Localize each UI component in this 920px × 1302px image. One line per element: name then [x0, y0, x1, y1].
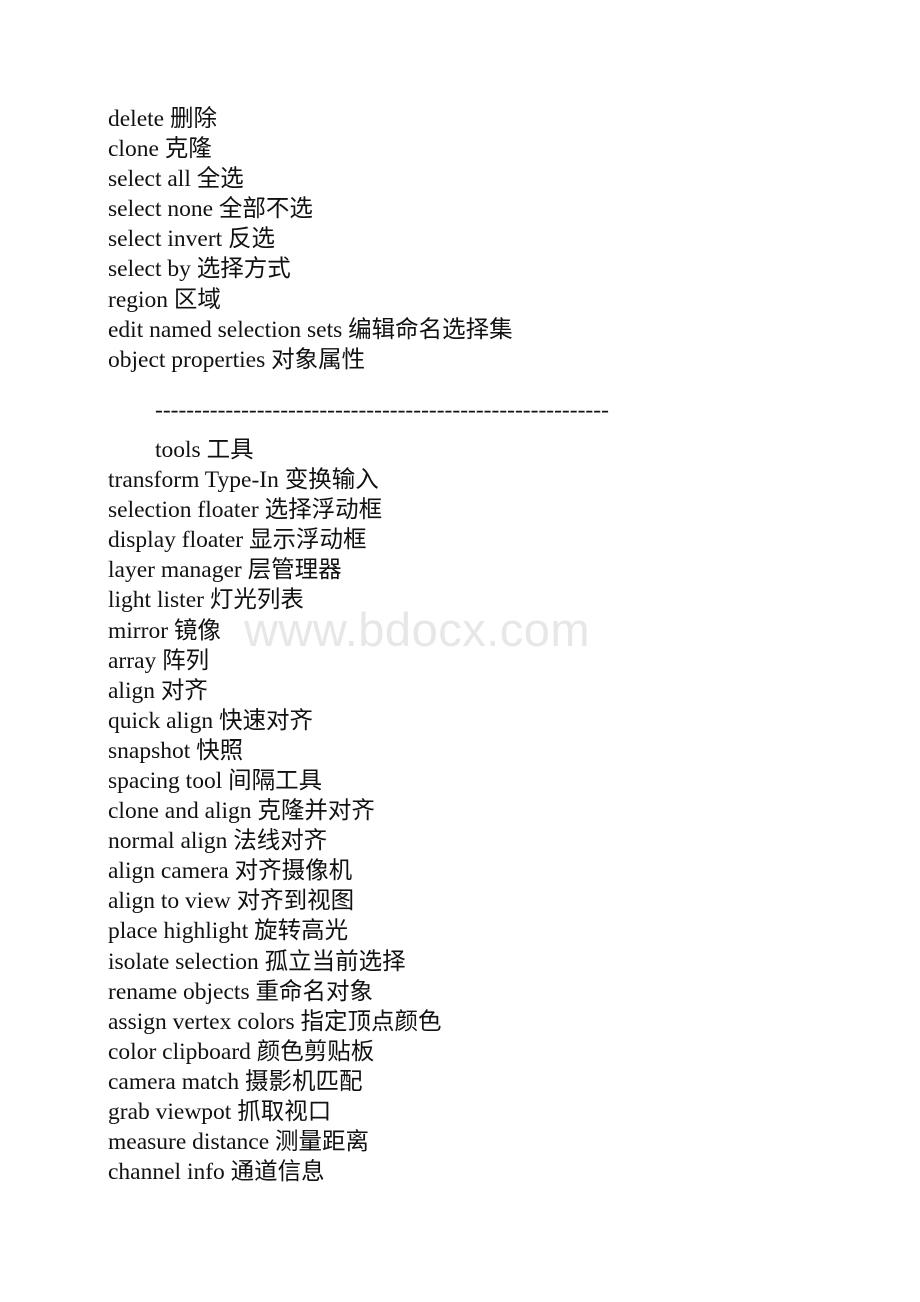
divider-gap	[108, 425, 848, 435]
text-line: region 区域	[108, 286, 221, 313]
text-line: camera match 摄影机匹配	[108, 1068, 363, 1095]
section-tools-commands: transform Type-In 变换输入 selection floater…	[108, 465, 848, 1187]
text-line: mirror 镜像	[108, 617, 221, 644]
text-line: select none 全部不选	[108, 196, 313, 223]
section-selection-commands: delete 删除 clone 克隆 select all 全选 select …	[108, 104, 848, 375]
text-line: place highlight 旋转高光	[108, 918, 349, 945]
text-line: display floater 显示浮动框	[108, 527, 367, 554]
text-line: align to view 对齐到视图	[108, 888, 355, 915]
text-line: channel info 通道信息	[108, 1159, 325, 1186]
text-line: align camera 对齐摄像机	[108, 858, 353, 885]
text-line: selection floater 选择浮动框	[108, 497, 383, 524]
text-line: object properties 对象属性	[108, 346, 366, 373]
document-text-body: delete 删除 clone 克隆 select all 全选 select …	[108, 104, 848, 1187]
text-line: snapshot 快照	[108, 737, 244, 764]
text-line: delete 删除	[108, 106, 217, 132]
text-line: layer manager 层管理器	[108, 557, 342, 584]
text-line: array 阵列	[108, 647, 210, 674]
text-line: spacing tool 间隔工具	[108, 767, 323, 794]
text-line: quick align 快速对齐	[108, 707, 313, 734]
document-page: www.bdocx.com delete 删除 clone 克隆 select …	[0, 0, 920, 1302]
text-line: color clipboard 颜色剪贴板	[108, 1038, 375, 1065]
text-line: select invert 反选	[108, 226, 276, 253]
text-line: grab viewpot 抓取视口	[108, 1099, 332, 1125]
text-line: clone 克隆	[108, 136, 212, 163]
text-line: rename objects 重命名对象	[108, 978, 373, 1005]
text-line: assign vertex colors 指定顶点颜色	[108, 1008, 442, 1035]
text-line: clone and align 克隆并对齐	[108, 798, 375, 825]
text-line: isolate selection 孤立当前选择	[108, 948, 406, 975]
text-line: select all 全选	[108, 166, 244, 193]
text-line: select by 选择方式	[108, 256, 291, 283]
text-line: align 对齐	[108, 677, 208, 704]
section-divider: ----------------------------------------…	[155, 396, 609, 423]
text-line: measure distance 测量距离	[108, 1129, 370, 1156]
text-line: transform Type-In 变换输入	[108, 467, 379, 494]
text-line: normal align 法线对齐	[108, 828, 328, 855]
text-line: edit named selection sets 编辑命名选择集	[108, 316, 513, 343]
text-line: light lister 灯光列表	[108, 587, 304, 614]
section-heading-tools: tools 工具	[155, 436, 254, 463]
